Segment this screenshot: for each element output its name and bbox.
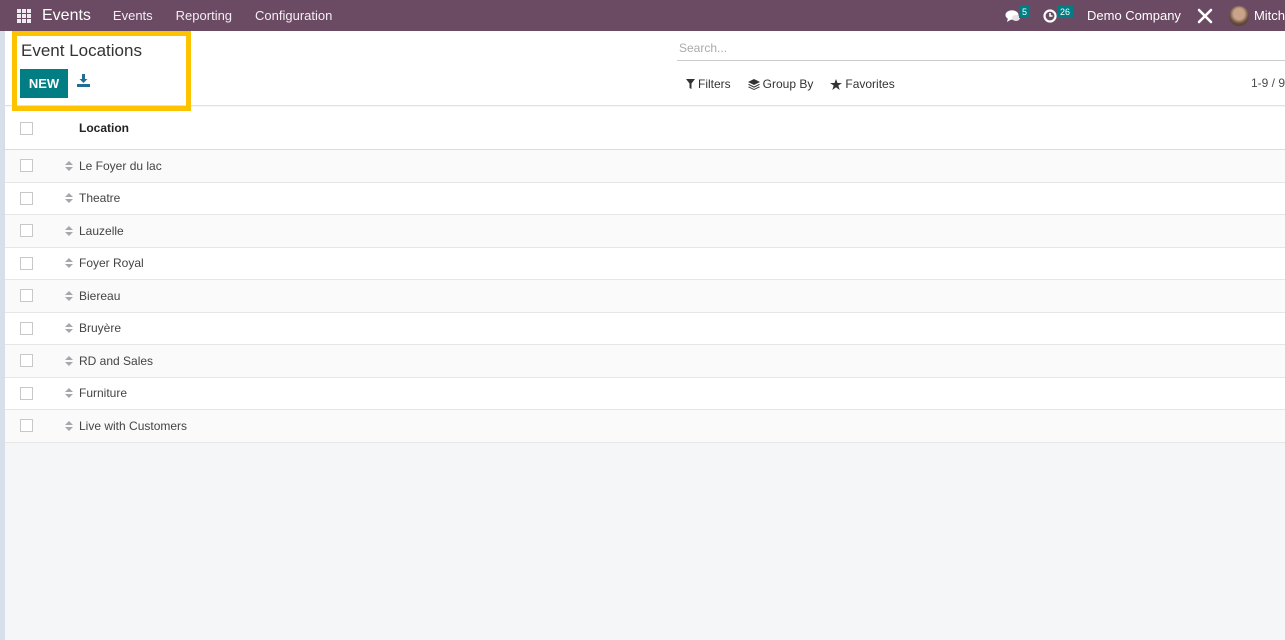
menu-events[interactable]: Events	[113, 8, 153, 23]
drag-handle-icon[interactable]	[65, 355, 73, 366]
row-checkbox[interactable]	[20, 386, 33, 400]
star-icon	[830, 78, 843, 90]
location-name: Bruyère	[79, 321, 122, 336]
table-body: Le Foyer du lac Theatre Lauzelle Foyer Roya…	[5, 150, 1285, 443]
search-bar[interactable]	[677, 39, 1285, 61]
location-name: Biereau	[79, 288, 121, 303]
activities-badge: 26	[1057, 5, 1074, 18]
row-checkbox[interactable]	[20, 354, 33, 368]
row-checkbox[interactable]	[20, 289, 33, 303]
table-row[interactable]: Live with Customers	[5, 410, 1285, 443]
messages-badge: 5	[1019, 5, 1031, 18]
row-checkbox[interactable]	[20, 419, 33, 433]
drag-handle-icon[interactable]	[65, 258, 73, 269]
favorites-button[interactable]: Favorites	[830, 77, 895, 91]
page-title: Event Locations	[21, 41, 142, 60]
table-row[interactable]: Foyer Royal	[5, 247, 1285, 280]
search-options: Filters Group By Favorites	[686, 77, 912, 91]
favorites-label: Favorites	[845, 77, 895, 91]
clock-icon	[1043, 8, 1057, 23]
drag-handle-icon[interactable]	[65, 193, 73, 204]
drag-handle-icon[interactable]	[65, 323, 73, 334]
drag-handle-icon[interactable]	[65, 225, 73, 236]
drag-handle-icon[interactable]	[65, 388, 73, 399]
drag-handle-icon[interactable]	[65, 290, 73, 301]
app-name[interactable]: Events	[42, 7, 91, 25]
table-row[interactable]: Lauzelle	[5, 215, 1285, 248]
table-row[interactable]: Furniture	[5, 377, 1285, 410]
download-icon[interactable]	[77, 74, 90, 87]
table-row[interactable]: Le Foyer du lac	[5, 150, 1285, 183]
table-row[interactable]: Bruyère	[5, 312, 1285, 345]
location-name: Furniture	[79, 386, 128, 401]
table-row[interactable]: Biereau	[5, 280, 1285, 313]
menu-configuration[interactable]: Configuration	[255, 8, 332, 23]
pager-value[interactable]: 1-9 / 9	[1251, 76, 1285, 90]
drag-handle-icon[interactable]	[65, 160, 73, 171]
table-row[interactable]: Theatre	[5, 182, 1285, 215]
top-navbar: Events Events Reporting Configuration 5 …	[0, 0, 1285, 31]
filter-icon	[686, 79, 695, 89]
row-checkbox[interactable]	[20, 256, 33, 270]
drag-handle-icon[interactable]	[65, 420, 73, 431]
group-by-label: Group By	[762, 77, 814, 91]
navbar-systray: 5 26 Demo Company Mitch	[1005, 0, 1285, 31]
location-name: Foyer Royal	[79, 256, 144, 271]
row-checkbox[interactable]	[20, 321, 33, 335]
user-avatar[interactable]	[1228, 5, 1249, 26]
location-name: Lauzelle	[79, 223, 124, 238]
column-header-location[interactable]: Location	[79, 121, 129, 135]
select-all-checkbox[interactable]	[20, 121, 33, 135]
user-name[interactable]: Mitch	[1254, 8, 1285, 23]
location-name: Le Foyer du lac	[79, 158, 162, 173]
search-input[interactable]	[677, 41, 1285, 55]
table-header: Location	[5, 107, 1285, 150]
filters-label: Filters	[698, 77, 731, 91]
app-grid-icon[interactable]	[17, 8, 31, 23]
table-row[interactable]: RD and Sales	[5, 345, 1285, 378]
location-name: RD and Sales	[79, 353, 154, 368]
new-button[interactable]: NEW	[20, 69, 68, 98]
activities-button[interactable]: 26	[1043, 5, 1074, 23]
filters-button[interactable]: Filters	[686, 77, 731, 91]
row-checkbox[interactable]	[20, 159, 33, 173]
control-panel: Event Locations NEW Filters Group By Fav…	[5, 31, 1285, 106]
row-checkbox[interactable]	[20, 224, 33, 238]
debug-tools-icon[interactable]	[1197, 8, 1213, 24]
location-name: Theatre	[79, 191, 121, 206]
location-name: Live with Customers	[79, 418, 188, 433]
menu-reporting[interactable]: Reporting	[176, 8, 232, 23]
group-by-button[interactable]: Group By	[747, 77, 814, 91]
layers-icon	[747, 78, 760, 90]
locations-list: Location Le Foyer du lac Theatre Lauzelle F…	[5, 107, 1285, 443]
messages-button[interactable]: 5	[1005, 5, 1031, 23]
company-switcher[interactable]: Demo Company	[1087, 8, 1181, 23]
row-checkbox[interactable]	[20, 191, 33, 205]
